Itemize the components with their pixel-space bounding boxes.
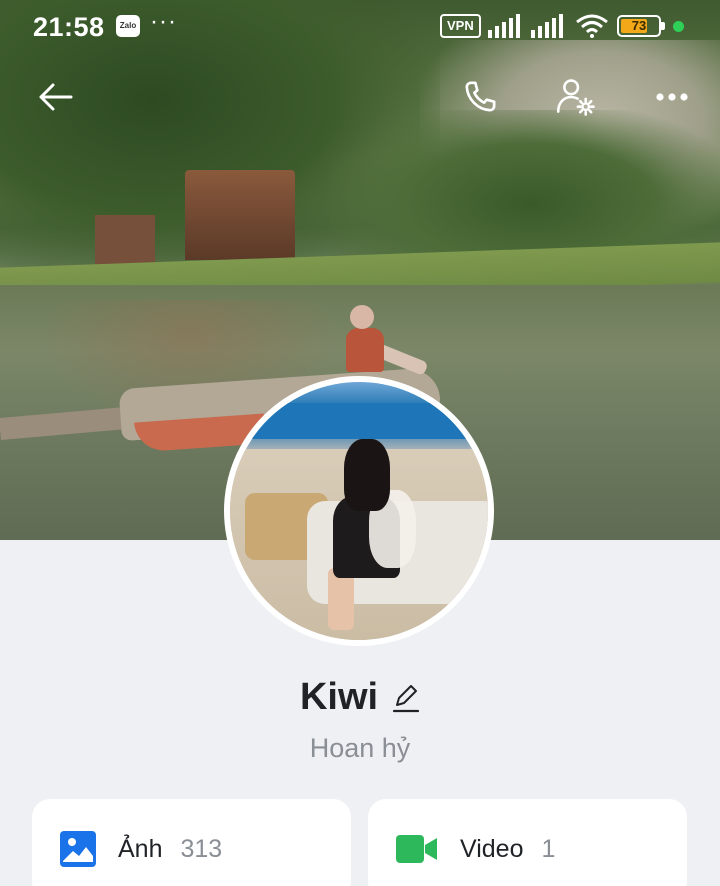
wifi-icon	[576, 14, 608, 38]
battery-level: 73	[631, 18, 647, 33]
signal-strength-icon	[488, 14, 520, 38]
zalo-notification-icon: Zalo	[116, 15, 140, 37]
status-time: 21:58	[33, 12, 105, 42]
battery-icon: 73	[617, 15, 665, 37]
pencil-icon	[392, 684, 420, 712]
profile-name: Kiwi	[299, 676, 379, 718]
user-settings-icon	[556, 79, 595, 116]
vpn-icon: VPN	[440, 14, 481, 38]
profile-name-row: Kiwi	[0, 676, 720, 719]
more-notifications-icon: ···	[150, 8, 177, 35]
videos-card[interactable]: Video 1	[368, 799, 687, 886]
image-icon	[60, 831, 96, 867]
signal-strength-icon-2	[531, 14, 563, 38]
more-options-button[interactable]	[650, 75, 694, 119]
profile-bio: Hoan hỷ	[309, 733, 411, 763]
videos-count: 1	[541, 834, 556, 863]
photos-count: 313	[180, 834, 223, 863]
phone-icon	[465, 81, 496, 112]
call-button[interactable]	[458, 75, 502, 119]
profile-settings-button[interactable]	[554, 75, 598, 119]
photos-card[interactable]: Ảnh 313	[32, 799, 351, 886]
edit-name-button[interactable]	[392, 683, 420, 713]
arrow-left-icon	[39, 83, 73, 111]
back-button[interactable]	[33, 75, 77, 119]
more-horizontal-icon	[656, 93, 688, 101]
status-bar: 21:58 Zalo ··· VPN 73	[0, 0, 720, 54]
avatar[interactable]	[224, 376, 494, 646]
video-camera-icon	[396, 835, 437, 863]
videos-label: Video	[460, 834, 524, 863]
photos-label: Ảnh	[118, 834, 163, 863]
privacy-indicator-dot	[673, 21, 684, 32]
